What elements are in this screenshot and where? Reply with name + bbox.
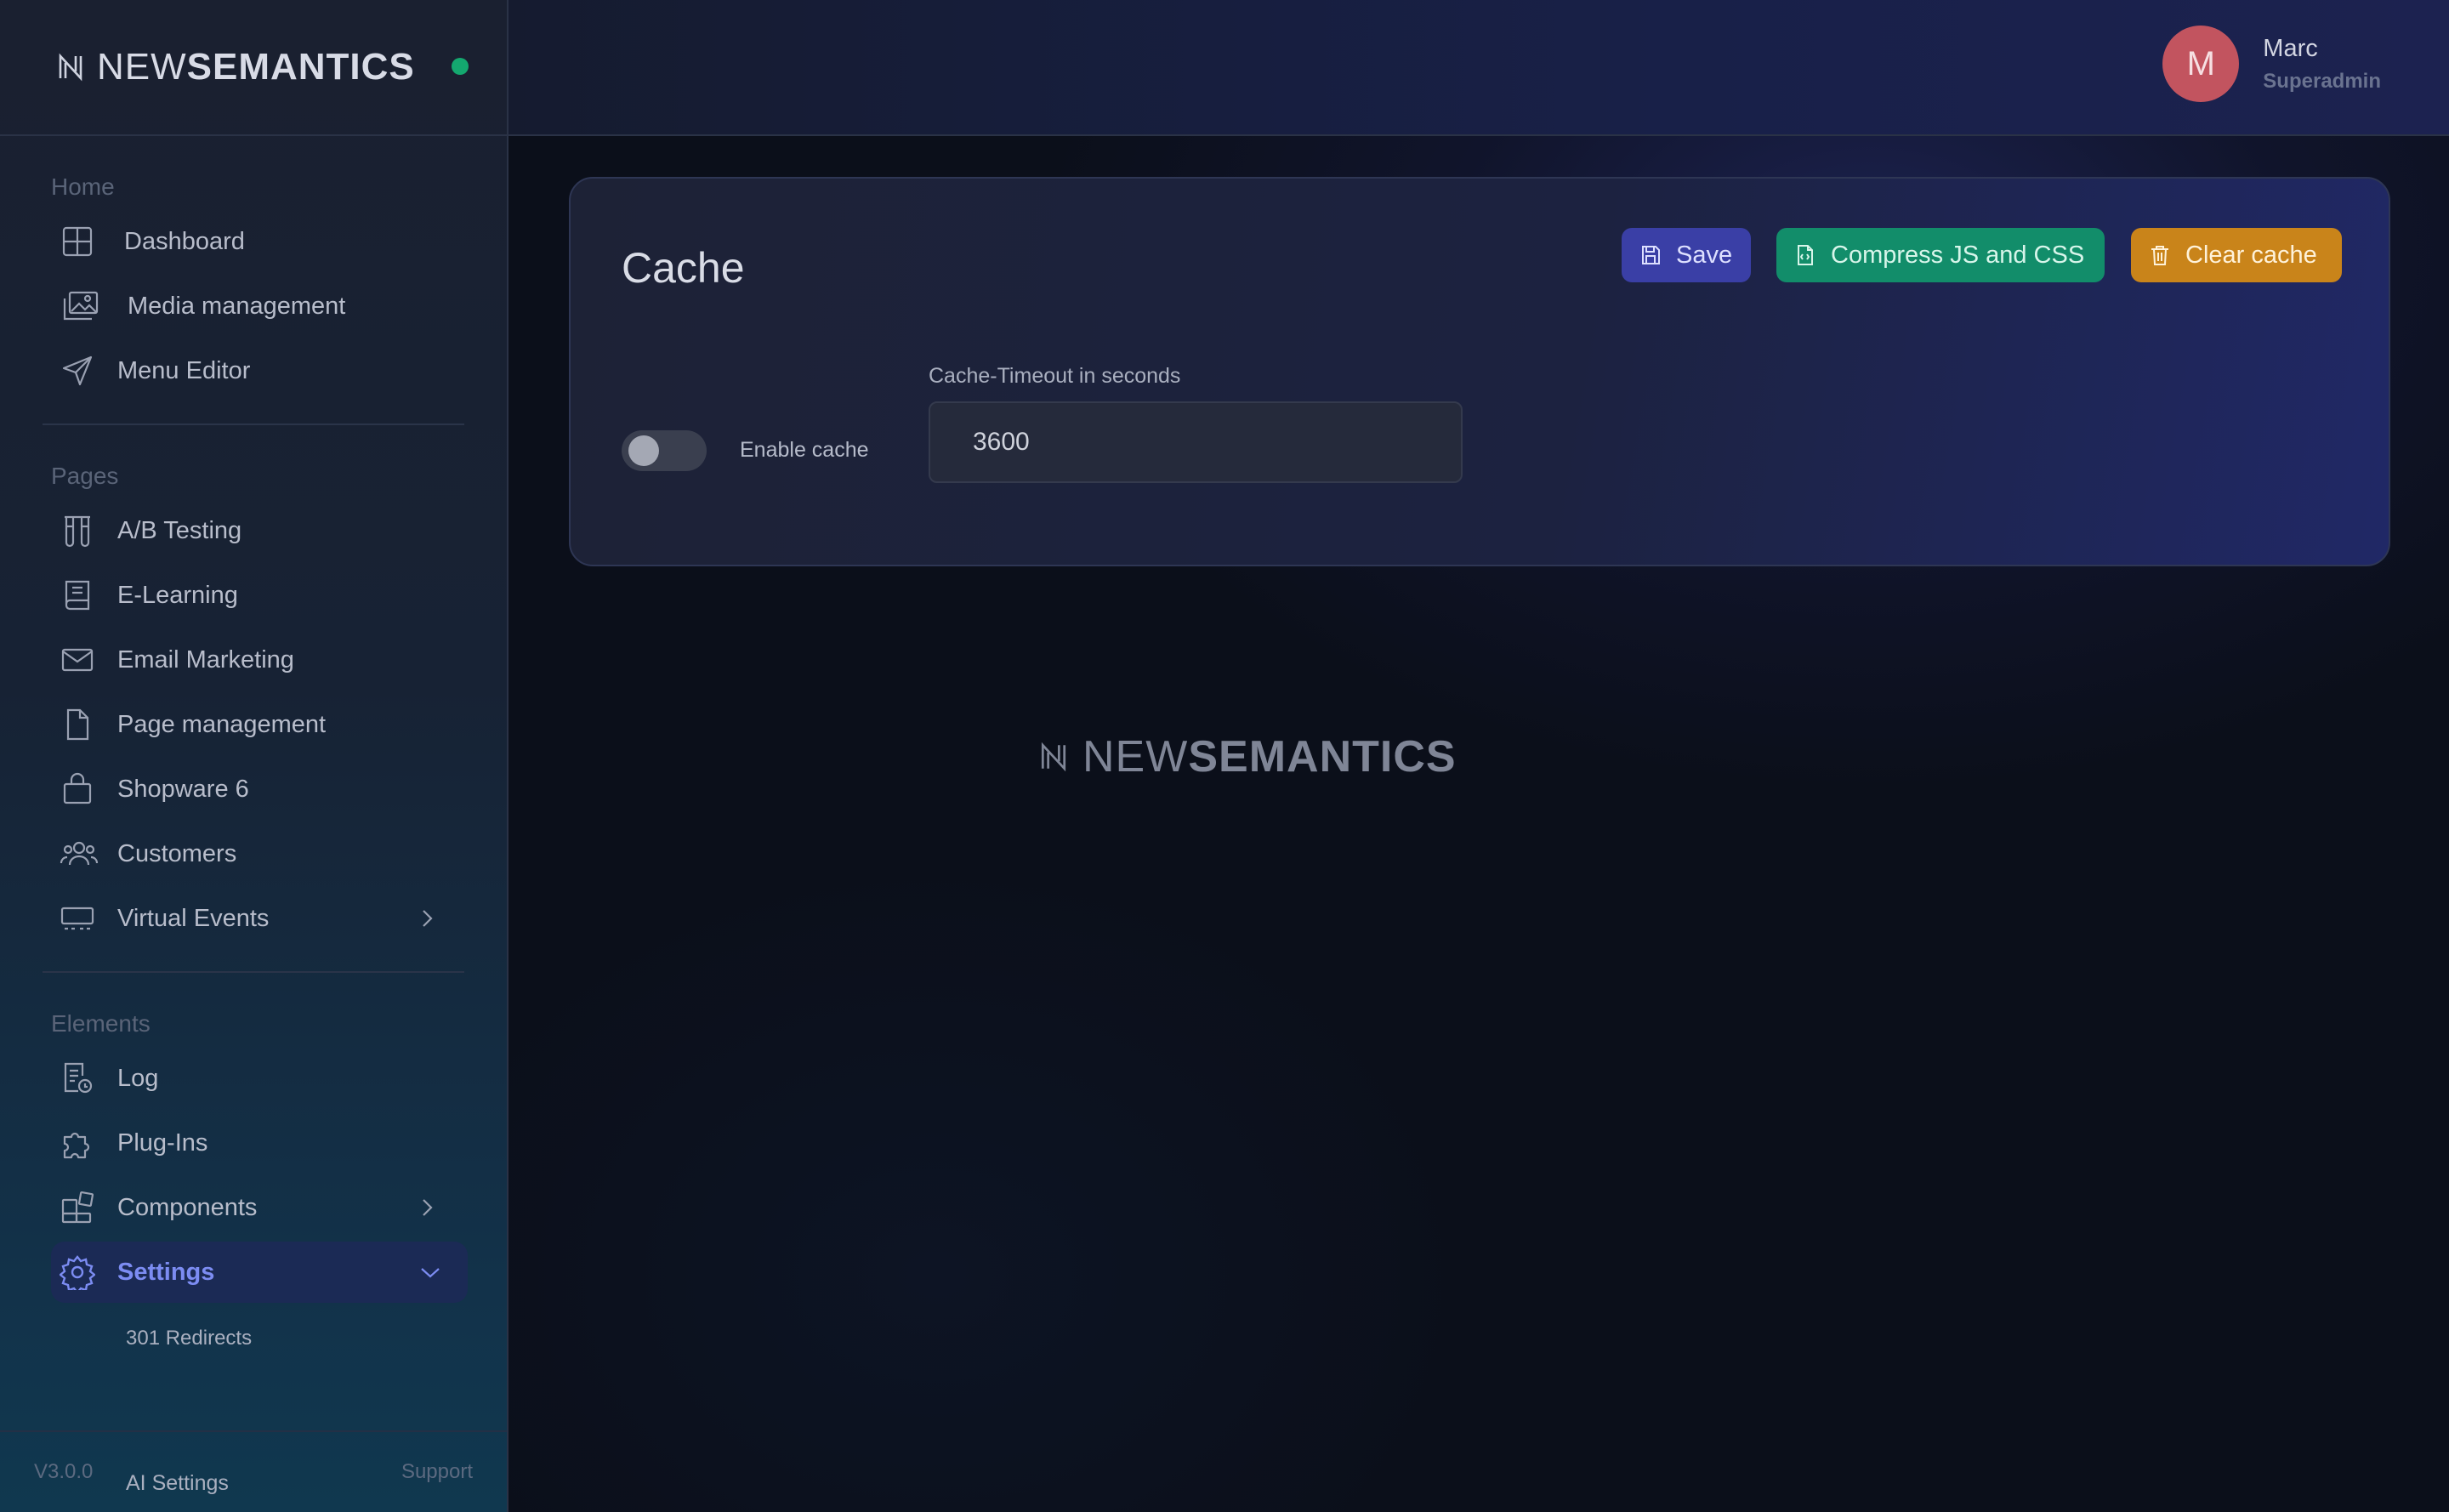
compress-button[interactable]: Compress JS and CSS (1776, 228, 2105, 282)
puzzle-icon (60, 1125, 95, 1161)
sidebar-item-dashboard[interactable]: Dashboard (43, 211, 464, 272)
cache-timeout-label: Cache-Timeout in seconds (929, 364, 1181, 388)
section-label-pages: Pages (51, 463, 119, 489)
save-button[interactable]: Save (1622, 228, 1751, 282)
file-code-icon (1793, 243, 1817, 267)
user-info: Marc Superadmin (2263, 35, 2381, 94)
sidebar-item-label: Menu Editor (117, 356, 251, 384)
user-name: Marc (2263, 34, 2318, 62)
trash-icon (2148, 243, 2172, 267)
avatar[interactable]: M (2162, 26, 2240, 102)
log-icon (60, 1060, 95, 1096)
sidebar-item-media-management[interactable]: Media management (43, 276, 464, 337)
sidebar: NEWSEMANTICS Home Dashboard Media manage… (0, 0, 509, 1512)
sidebar-item-menu-editor[interactable]: Menu Editor (43, 340, 464, 401)
sidebar-item-customers[interactable]: Customers (43, 823, 464, 884)
logo-mark-icon (1038, 742, 1069, 772)
chevron-down-icon (418, 1260, 442, 1284)
sidebar-item-ab-testing[interactable]: A/B Testing (43, 500, 464, 561)
cache-timeout-input[interactable]: 3600 (929, 401, 1463, 483)
gear-icon (60, 1254, 95, 1290)
sidebar-item-label: Email Marketing (117, 645, 294, 674)
sidebar-item-email-marketing[interactable]: Email Marketing (43, 629, 464, 691)
grid-icon (60, 224, 95, 259)
sidebar-item-label: Customers (117, 839, 237, 867)
sidebar-item-label: A/B Testing (117, 516, 242, 544)
logo-bar: NEWSEMANTICS (0, 0, 507, 136)
sidebar-item-label: Components (117, 1193, 258, 1221)
sidebar-subitem-301-redirects[interactable]: 301 Redirects (43, 1310, 464, 1367)
divider (43, 423, 464, 425)
toggle-knob (628, 435, 659, 466)
section-label-home: Home (51, 173, 115, 200)
sidebar-item-label: Plug-Ins (117, 1128, 208, 1157)
sidebar-footer: V3.0.0 Support (0, 1430, 507, 1512)
sidebar-item-shopware[interactable]: Shopware 6 (43, 759, 464, 820)
sidebar-item-label: Log (117, 1064, 159, 1092)
cache-settings-card: Cache Save Compress JS and CSS Clear cac… (569, 177, 2390, 566)
logo-mark-icon (56, 53, 85, 82)
book-icon (60, 577, 95, 613)
sidebar-item-log[interactable]: Log (43, 1048, 464, 1109)
sidebar-nav: Home Dashboard Media management Menu Edi… (0, 173, 507, 1367)
beakers-icon (60, 513, 95, 549)
support-link[interactable]: Support (401, 1460, 473, 1484)
sidebar-item-e-learning[interactable]: E-Learning (43, 565, 464, 626)
enable-cache-label: Enable cache (740, 438, 869, 462)
version-label: V3.0.0 (34, 1460, 94, 1483)
sidebar-item-components[interactable]: Components (43, 1177, 464, 1238)
user-menu[interactable]: M Marc Superadmin (2162, 26, 2381, 102)
sidebar-item-label: Dashboard (124, 227, 245, 255)
app-logo[interactable]: NEWSEMANTICS (56, 46, 415, 88)
chevron-right-icon (415, 907, 439, 930)
clear-cache-button[interactable]: Clear cache (2131, 228, 2342, 282)
mail-icon (60, 642, 95, 678)
clear-cache-button-label: Clear cache (2185, 241, 2317, 269)
components-icon (60, 1190, 95, 1225)
sidebar-item-virtual-events[interactable]: Virtual Events (43, 888, 464, 949)
chevron-right-icon (415, 1196, 439, 1219)
sidebar-item-label: Media management (128, 292, 346, 320)
send-icon (60, 353, 95, 389)
sidebar-subitem-ai-settings[interactable]: AI Settings (126, 1471, 229, 1496)
section-label-elements: Elements (51, 1010, 151, 1037)
sidebar-item-plug-ins[interactable]: Plug-Ins (43, 1112, 464, 1174)
watermark-text: NEWSEMANTICS (1082, 732, 1457, 782)
file-icon (60, 707, 95, 742)
floppy-disk-icon (1639, 243, 1662, 267)
sidebar-item-label: E-Learning (117, 581, 238, 609)
images-icon (60, 288, 100, 324)
sidebar-item-label: Settings (117, 1258, 215, 1286)
page-title: Cache (622, 244, 745, 292)
status-indicator (452, 58, 469, 75)
shopping-bag-icon (60, 771, 95, 807)
watermark-logo: NEWSEMANTICS (1038, 731, 1457, 782)
compress-button-label: Compress JS and CSS (1831, 241, 2085, 269)
logo-text: NEWSEMANTICS (97, 46, 415, 88)
sidebar-item-label: Page management (117, 710, 327, 738)
sidebar-item-page-management[interactable]: Page management (43, 694, 464, 755)
sidebar-item-settings[interactable]: Settings (51, 1242, 468, 1303)
enable-cache-toggle[interactable] (622, 430, 707, 471)
sidebar-item-label: Virtual Events (117, 904, 270, 932)
save-button-label: Save (1676, 241, 1733, 269)
monitor-icon (60, 901, 95, 936)
sidebar-item-label: Shopware 6 (117, 775, 249, 803)
divider (43, 971, 464, 973)
topbar: M Marc Superadmin (509, 0, 2449, 136)
user-role: Superadmin (2263, 69, 2381, 93)
users-icon (60, 836, 99, 872)
